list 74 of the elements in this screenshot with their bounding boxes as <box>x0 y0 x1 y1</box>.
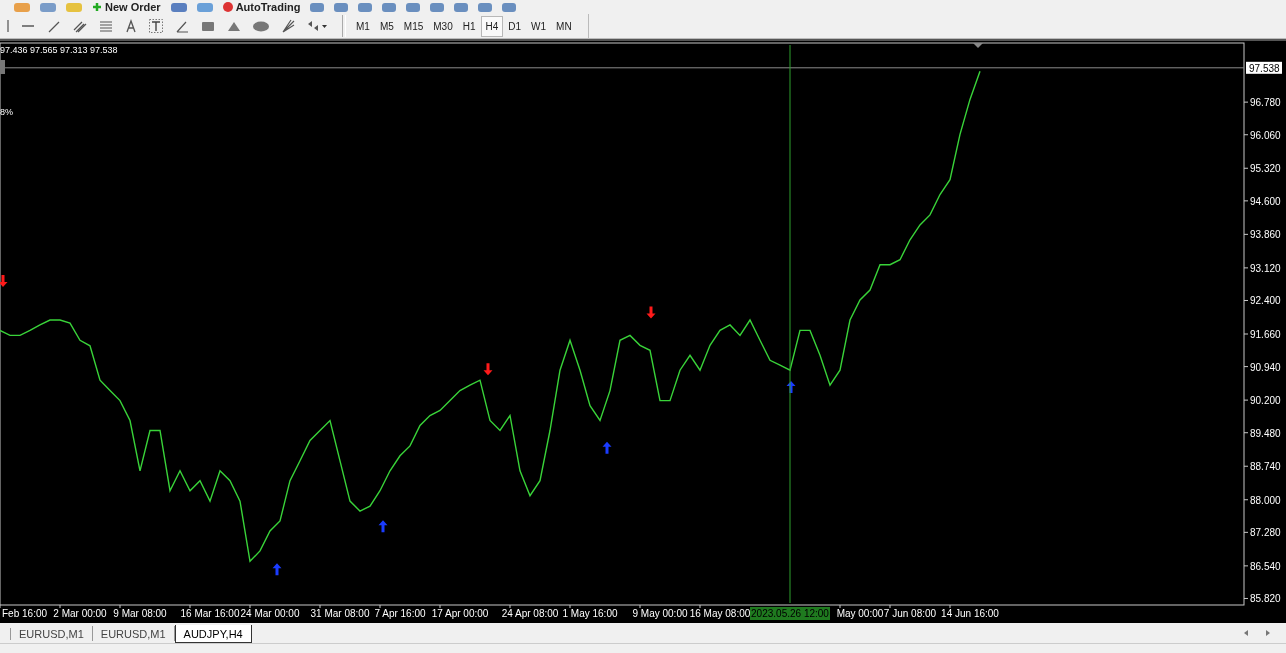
toolbar-icon[interactable] <box>334 2 349 12</box>
y-axis-label: 90.200 <box>1250 395 1281 407</box>
timeframe-button[interactable]: M30 <box>428 15 458 37</box>
toolbar-icon[interactable] <box>196 2 213 12</box>
y-axis-label: 87.280 <box>1250 527 1281 539</box>
x-axis-label: 24 Mar 00:00 <box>240 608 300 619</box>
chart-shift-icon <box>973 43 983 48</box>
cursor-line-icon[interactable] <box>6 18 10 34</box>
plus-icon <box>92 2 102 12</box>
scroll-marker-icon <box>0 60 5 74</box>
toolbar-icon[interactable] <box>310 2 325 12</box>
toolbar-icon[interactable] <box>358 2 373 12</box>
indicator-label: 8% <box>0 107 13 117</box>
x-axis-label: 17 Apr 00:00 <box>431 608 489 619</box>
x-axis-label: May 00:00 <box>836 608 884 619</box>
y-axis-label: 90.940 <box>1250 361 1281 373</box>
toolbar-icon[interactable] <box>14 2 30 12</box>
toolbar-icon[interactable] <box>454 2 469 12</box>
new-order-button[interactable]: New Order <box>92 0 161 14</box>
timeframe-button[interactable]: M5 <box>374 15 399 37</box>
toolbar-icon[interactable] <box>406 2 421 12</box>
x-axis-label: 1 May 16:00 <box>562 608 618 619</box>
crosshair-time-label: 2023.05.26 12:00 <box>750 607 830 620</box>
y-axis-label: 93.860 <box>1250 229 1281 241</box>
x-axis-label: 24 Apr 08:00 <box>501 608 559 619</box>
text-label-icon[interactable] <box>148 18 164 34</box>
y-axis-label: 95.320 <box>1250 163 1281 175</box>
x-axis-label: 31 Mar 08:00 <box>310 608 370 619</box>
y-axis-label: 92.400 <box>1250 295 1281 307</box>
scroll-right-icon[interactable] <box>1264 628 1272 638</box>
timeframe-button[interactable]: W1 <box>526 15 552 37</box>
y-axis-label: 93.120 <box>1250 262 1281 274</box>
timeframe-button[interactable]: H4 <box>480 15 504 37</box>
y-axis-label: 96.060 <box>1250 129 1281 141</box>
fibonacci-icon[interactable] <box>98 18 114 34</box>
x-axis-label: 16 Mar 16:00 <box>180 608 240 619</box>
toolbar-icon[interactable] <box>478 2 493 12</box>
y-axis-label: 89.480 <box>1250 427 1281 439</box>
scroll-left-icon[interactable] <box>1242 628 1250 638</box>
y-axis-label: 88.740 <box>1250 461 1281 473</box>
timeframe-button[interactable]: D1 <box>503 15 527 37</box>
text-tool-icon[interactable] <box>124 18 138 34</box>
toolbar-icon[interactable] <box>170 2 187 12</box>
timeframe-button[interactable]: H1 <box>457 15 481 37</box>
x-axis-label: 9 Mar 08:00 <box>113 608 167 619</box>
chart-tab[interactable]: AUDJPY,H4 <box>174 625 252 643</box>
x-axis-label: 7 Apr 16:00 <box>374 608 426 619</box>
y-axis-label: 94.600 <box>1250 195 1281 207</box>
autotrading-button[interactable]: AutoTrading <box>222 0 301 14</box>
timeframe-button[interactable]: MN <box>551 15 577 37</box>
x-axis-label: 7 Jun 08:00 <box>883 608 937 619</box>
timeframe-button[interactable]: M15 <box>398 15 429 37</box>
y-axis-label: 91.660 <box>1250 329 1281 340</box>
x-axis-label: Feb 16:00 <box>2 608 48 619</box>
y-axis-label: 88.000 <box>1250 494 1281 506</box>
toolbar-icon[interactable] <box>502 2 517 12</box>
toolbar-icon[interactable] <box>66 2 82 12</box>
current-price-label: 97.538 <box>1246 61 1282 74</box>
x-axis-label: 16 May 08:00 <box>689 608 751 619</box>
timeframe-button[interactable]: M1 <box>351 15 375 37</box>
chart-tab[interactable]: EURUSD,M1 <box>11 626 93 641</box>
y-axis-label: 96.780 <box>1250 97 1281 109</box>
x-axis-label: 14 Jun 16:00 <box>941 608 999 619</box>
x-axis-label: 2 Mar 00:00 <box>53 608 107 619</box>
ohlc-readout: 97.436 97.565 97.313 97.538 <box>0 45 118 55</box>
toolbar-icon[interactable] <box>40 2 56 12</box>
y-axis-label: 86.540 <box>1250 560 1281 572</box>
chart-tab[interactable]: EURUSD,M1 <box>92 626 175 641</box>
fan-icon[interactable] <box>280 18 296 34</box>
arrows-dropdown-icon[interactable] <box>306 18 328 34</box>
x-axis-label: 9 May 00:00 <box>632 608 688 619</box>
toolbar-icon[interactable] <box>382 2 397 12</box>
toolbar-icon[interactable] <box>430 2 445 12</box>
y-axis-label: 85.820 <box>1250 593 1281 605</box>
